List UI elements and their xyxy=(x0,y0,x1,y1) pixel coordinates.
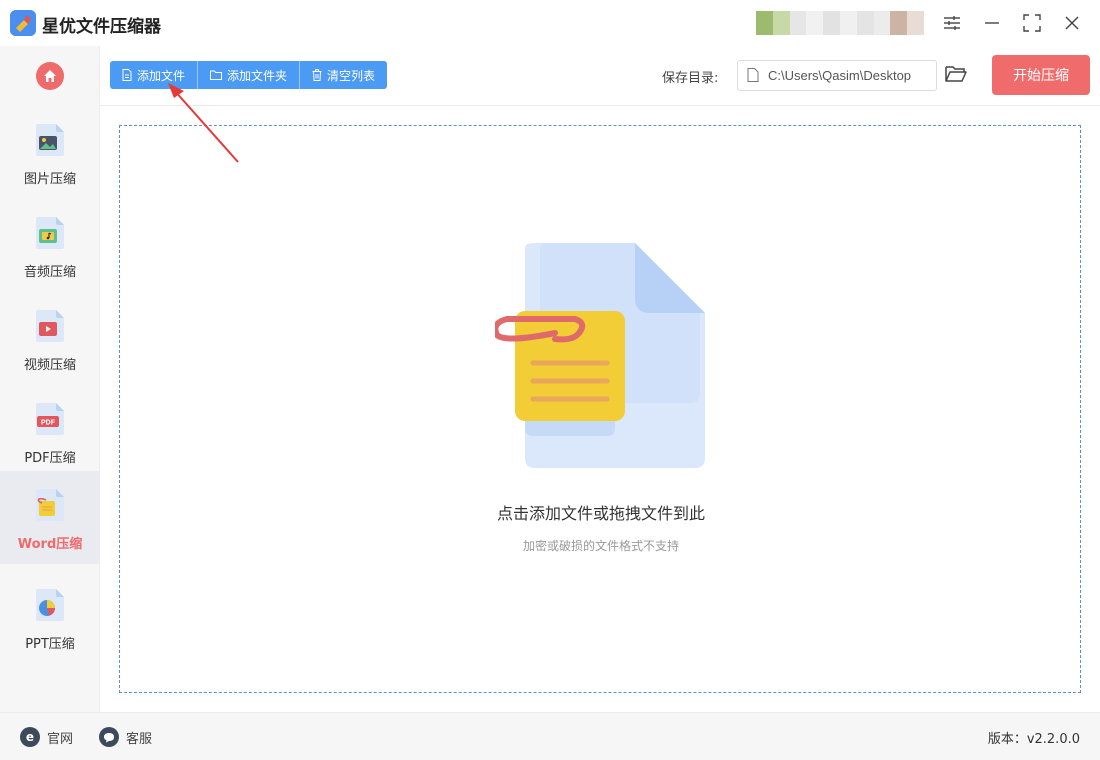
website-label: 官网 xyxy=(47,731,74,747)
app-title: 星优文件压缩器 xyxy=(42,17,161,37)
sidebar-item-ppt[interactable]: PPT压缩 xyxy=(0,571,100,664)
user-avatar[interactable] xyxy=(756,11,924,35)
trash-icon xyxy=(312,69,322,81)
website-e-icon: e xyxy=(20,727,40,747)
version-text: 版本：v2.2.0.0 xyxy=(987,732,1080,747)
browse-folder-icon[interactable] xyxy=(945,64,967,86)
sidebar-item-label: 音频压缩 xyxy=(23,265,76,280)
support-link[interactable]: 客服 xyxy=(99,727,152,747)
sidebar-item-label: PPT压缩 xyxy=(25,637,75,652)
document-illustration-icon xyxy=(495,243,705,468)
sidebar-item-word[interactable]: Word压缩 xyxy=(0,471,100,564)
word-file-icon xyxy=(36,489,64,521)
drop-zone-hint-text: 加密或破损的文件格式不支持 xyxy=(522,539,679,553)
sidebar-item-label: 图片压缩 xyxy=(23,172,76,187)
file-drop-zone[interactable]: 点击添加文件或拖拽文件到此 加密或破损的文件格式不支持 xyxy=(119,125,1081,693)
start-compress-button[interactable]: 开始压缩 xyxy=(992,55,1090,95)
title-bar: 星优文件压缩器 xyxy=(0,0,1100,46)
clear-list-label: 清空列表 xyxy=(327,68,376,83)
chat-bubble-icon xyxy=(99,727,119,747)
toolbar: 添加文件 添加文件夹 清空列表 保存目录: C:\Users\Qasim\Des… xyxy=(100,46,1100,106)
sidebar-item-audio[interactable]: 音频压缩 xyxy=(0,199,100,292)
file-outline-icon xyxy=(747,68,759,82)
annotation-arrow-icon xyxy=(168,83,239,163)
sidebar-item-label: 视频压缩 xyxy=(23,358,76,373)
footer: e 官网 客服 版本：v2.2.0.0 xyxy=(0,712,1100,760)
video-file-icon xyxy=(36,310,64,342)
clear-list-button[interactable]: 清空列表 xyxy=(300,61,387,89)
file-icon xyxy=(122,69,132,81)
svg-text:PDF: PDF xyxy=(41,420,56,427)
home-icon[interactable] xyxy=(36,62,64,90)
sidebar-item-pdf[interactable]: PDF PDF压缩 xyxy=(0,385,100,478)
pdf-file-icon: PDF xyxy=(36,403,64,435)
sidebar-item-video[interactable]: 视频压缩 xyxy=(0,292,100,385)
website-link[interactable]: e 官网 xyxy=(20,727,73,747)
settings-sliders-icon[interactable] xyxy=(940,11,964,35)
audio-file-icon xyxy=(36,217,64,249)
maximize-icon[interactable] xyxy=(1020,11,1044,35)
sidebar: 图片压缩 音频压缩 视频压缩 PDF PDF压缩 Word压缩 PPT压缩 xyxy=(0,46,100,712)
image-file-icon xyxy=(36,124,64,156)
drop-zone-main-text: 点击添加文件或拖拽文件到此 xyxy=(496,504,705,523)
app-logo-icon xyxy=(10,10,36,36)
sidebar-item-label: PDF压缩 xyxy=(24,451,76,466)
sidebar-item-image[interactable]: 图片压缩 xyxy=(0,106,100,199)
support-label: 客服 xyxy=(126,731,153,747)
close-icon[interactable] xyxy=(1060,11,1084,35)
minimize-icon[interactable] xyxy=(980,11,1004,35)
ppt-file-icon xyxy=(36,589,64,621)
save-directory-field[interactable]: C:\Users\Qasim\Desktop xyxy=(737,60,937,91)
save-directory-label: 保存目录: xyxy=(662,71,719,86)
sidebar-item-label: Word压缩 xyxy=(17,537,83,552)
